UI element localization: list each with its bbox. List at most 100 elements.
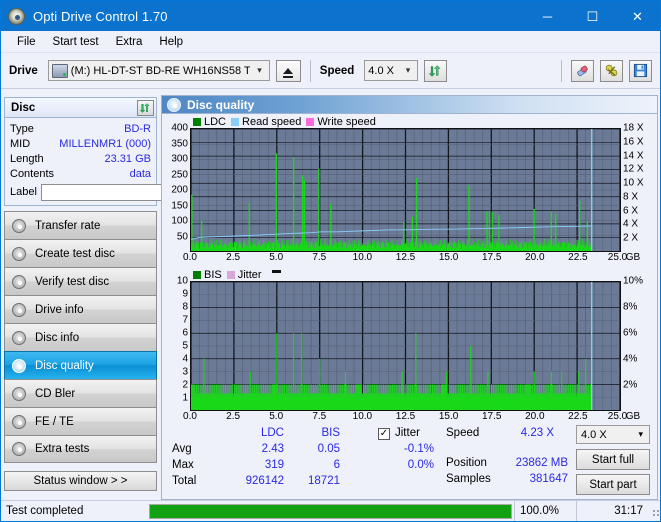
legend-swatch [193, 117, 201, 126]
y2-tick-label: 10 X [623, 177, 644, 189]
stats-position-label: Position [446, 457, 487, 469]
charts-area: LDC Read speed Write speed 50 100 150 200 25… [162, 114, 657, 499]
drive-select[interactable]: (M:) HL-DT-ST BD-RE WH16NS58 TST4 ▾ [47, 60, 270, 81]
disc-icon [12, 414, 26, 429]
disc-row-type: Type BD-R [10, 121, 151, 136]
x-axis-unit-label: GB [625, 411, 641, 422]
stats-row-label-max: Max [172, 459, 194, 471]
ldc-plot-row: 50 100 150 200 250 300 350 400 2 X 4 X6 X 8 X 10 X… [162, 123, 657, 252]
erase-button[interactable] [571, 59, 594, 82]
y-tick-label: 9 [182, 288, 188, 300]
legend-item-ldc: LDC [193, 116, 226, 128]
y2-tick-label: 10% [623, 275, 644, 287]
y-tick-label: 250 [171, 169, 188, 180]
y-tick-label: 2 [182, 379, 188, 391]
sidebar-item-fe-te[interactable]: FE / TE [4, 407, 157, 435]
speed-select[interactable]: 4.0 X ▾ [364, 60, 419, 81]
disc-row-mid: MID MILLENMR1 (000) [10, 136, 151, 151]
refresh-arrows-icon [139, 102, 150, 113]
disc-icon [12, 302, 26, 317]
sidebar-nav: Transfer rate Create test disc Verify te… [4, 211, 157, 463]
sidebar-item-label: Transfer rate [35, 219, 101, 232]
status-bar: Test completed 100.0% 31:17 [1, 500, 660, 521]
stats-max-jitter: 0.0% [407, 459, 434, 471]
y2-tick-label: 12 X [623, 163, 644, 175]
stats-total-bis: 18721 [308, 475, 340, 487]
sidebar-item-label: Disc quality [35, 359, 94, 372]
bis-x-axis-labels: 0.0 2.5 5.0 7.5 10.0 12.5 15.0 17.5 20.0 22.5 25.0… [183, 411, 640, 425]
toolbar-right-group [558, 59, 652, 82]
disc-row-value: MILLENMR1 (000) [59, 137, 151, 150]
sidebar-item-label: CD Bler [35, 387, 76, 400]
sidebar-item-label: Drive info [35, 303, 84, 316]
sidebar-item-create-test-disc[interactable]: Create test disc [4, 239, 157, 267]
sidebar-item-label: Verify test disc [35, 275, 110, 288]
start-full-button[interactable]: Start full [576, 449, 650, 470]
save-button[interactable] [629, 59, 652, 82]
sidebar-item-extra-tests[interactable]: Extra tests [4, 435, 157, 463]
disc-row-value: BD-R [124, 122, 151, 135]
disc-row-value: data [129, 167, 151, 180]
sidebar-item-drive-info[interactable]: Drive info [4, 295, 157, 323]
ldc-plot-area [190, 128, 621, 252]
disc-row-value: 23.31 GB [104, 152, 151, 165]
close-button[interactable]: ✕ [615, 1, 660, 31]
eraser-icon [576, 65, 588, 77]
start-part-button[interactable]: Start part [576, 474, 650, 495]
sidebar-item-disc-info[interactable]: Disc info [4, 323, 157, 351]
menu-help[interactable]: Help [151, 34, 192, 50]
y-tick-label: 150 [171, 200, 188, 211]
app-window: Opti Drive Control 1.70 ─ ☐ ✕ File Start… [0, 0, 661, 522]
y-tick-label: 200 [171, 184, 188, 196]
sidebar-item-transfer-rate[interactable]: Transfer rate [4, 211, 157, 239]
status-window-button[interactable]: Status window > > [4, 471, 157, 491]
y2-tick-label: 14 X [623, 150, 644, 162]
jitter-checkbox[interactable]: ✓ [378, 428, 390, 440]
minimize-button[interactable]: ─ [525, 1, 570, 31]
y2-tick-label: 8% [623, 301, 638, 313]
legend-item-write-speed: Write speed [306, 116, 376, 128]
maximize-button[interactable]: ☐ [570, 1, 615, 31]
tools-button[interactable] [600, 59, 623, 82]
y-tick-label: 8 [182, 301, 188, 313]
progress-percent-text: 100.0% [514, 500, 576, 521]
sidebar-item-cd-bler[interactable]: CD Bler [4, 379, 157, 407]
x-tick-label: 25.0 [607, 411, 628, 422]
bis-plot-svg [191, 282, 620, 410]
y2-tick-label: 18 X [623, 122, 644, 134]
disc-refresh-button[interactable] [137, 99, 154, 116]
status-message: Test completed [6, 505, 84, 517]
sidebar-item-label: Extra tests [35, 443, 90, 455]
stats-max-ldc: 319 [264, 459, 284, 471]
x-tick-label: 0.0 [183, 252, 197, 263]
stats-panel: LDC BIS Avg 2.43 0.05 Max 319 6 Total 92… [162, 425, 657, 499]
eject-button[interactable] [275, 59, 301, 82]
refresh-button[interactable] [424, 59, 448, 82]
stats-samples-value: 381647 [529, 473, 568, 485]
window-title: Opti Drive Control 1.70 [33, 8, 168, 24]
speed-select-value: 4.0 X [368, 64, 394, 77]
disc-info-rows: Type BD-R MID MILLENMR1 (000) Length 23.… [5, 118, 243, 205]
legend-label: Write speed [317, 115, 376, 128]
x-tick-label: 7.5 [312, 411, 327, 422]
x-axis-unit-label: GB [625, 252, 641, 263]
disc-panel-header: Disc [5, 98, 156, 118]
ldc-y-axis-labels: 50 100 150 200 250 300 350 400 [162, 123, 190, 252]
resize-grip-icon[interactable] [648, 505, 660, 517]
optical-drive-icon [51, 63, 68, 78]
test-speed-select[interactable]: 4.0 X ▾ [576, 425, 650, 444]
stats-avg-ldc: 2.43 [261, 443, 284, 455]
sidebar-item-disc-quality[interactable]: Disc quality [4, 351, 157, 379]
menu-start-test[interactable]: Start test [45, 34, 108, 50]
legend-label: BIS [204, 268, 222, 281]
menu-file[interactable]: File [9, 34, 45, 50]
legend-swatch [306, 117, 315, 126]
sidebar: Disc Type BD-R MID MILLENMR1 (000) Lengt… [1, 95, 243, 500]
sidebar-item-verify-test-disc[interactable]: Verify test disc [4, 267, 157, 295]
progress-bar [149, 503, 512, 519]
refresh-arrows-icon [429, 64, 441, 77]
menu-extra[interactable]: Extra [108, 34, 152, 50]
y2-tick-label: 6% [623, 327, 638, 339]
x-tick-label: 2.5 [226, 411, 241, 422]
y-tick-label: 5 [182, 340, 188, 352]
